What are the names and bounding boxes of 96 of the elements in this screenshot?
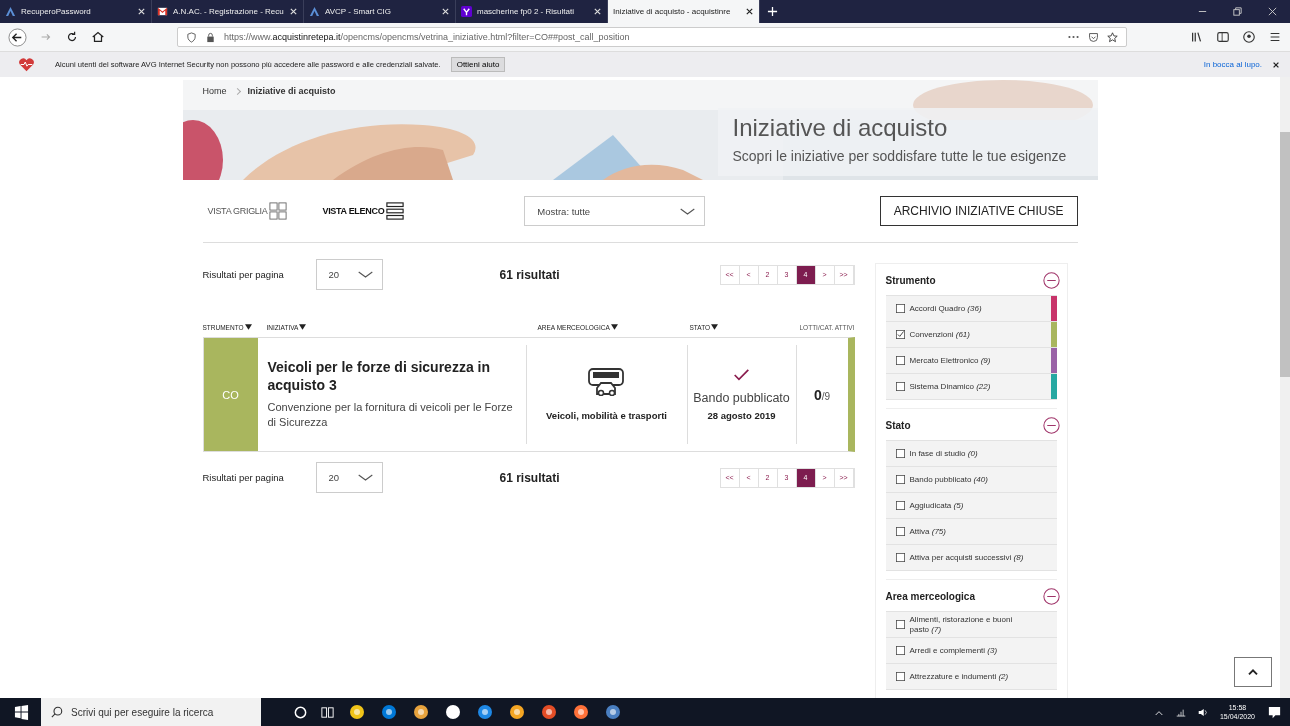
taskbar-app-icon[interactable] [381, 704, 397, 720]
scrollbar[interactable] [1280, 77, 1290, 698]
speaker-icon[interactable] [1197, 707, 1208, 717]
taskbar-app-icon[interactable] [509, 704, 525, 720]
address-bar[interactable]: https://www.acquistinretepa.it/opencms/opencms/vetrina_iniziative.html?filter=CO##post_call_position [177, 27, 1127, 47]
collapse-icon[interactable] [1042, 271, 1060, 289]
archive-button[interactable]: ARCHIVIO INIZIATIVE CHIUSE [879, 196, 1078, 226]
status-date: 28 agosto 2019 [707, 409, 776, 421]
filter-section-title: Strumento [885, 274, 936, 286]
checkbox[interactable] [895, 382, 905, 391]
taskbar-app-icon[interactable] [605, 704, 621, 720]
browser-tab[interactable]: Iniziative di acquisto - acquistinre [608, 0, 760, 23]
checkbox[interactable] [895, 646, 905, 655]
results-count: 61 risultati [499, 267, 560, 282]
sort-triangle-icon [711, 324, 719, 330]
filter-section-title: Area merceologica [885, 590, 975, 602]
cortana-icon[interactable] [293, 704, 308, 720]
filter-dropdown[interactable]: Mostra: tutte [524, 196, 706, 226]
checkbox[interactable] [895, 527, 905, 536]
per-page-dropdown[interactable]: 20 [315, 259, 383, 290]
mail-icon [157, 6, 168, 17]
per-page-label: Risultati per pagina [202, 472, 285, 483]
taskbar-app-icon[interactable] [573, 704, 589, 720]
close-icon[interactable] [745, 7, 754, 16]
pocket-icon[interactable] [1088, 31, 1099, 43]
checkbox[interactable] [895, 553, 905, 562]
checkbox[interactable] [895, 501, 905, 510]
taskbar-app-icon[interactable] [349, 704, 365, 720]
checkbox[interactable] [895, 330, 905, 339]
y-logo-icon [461, 6, 472, 17]
close-icon[interactable] [1272, 60, 1280, 69]
checkbox[interactable] [895, 475, 905, 484]
initiative-card[interactable]: CO Veicoli per le forze di sicurezza in acquisto 3 Convenzione per la fornitura di veicoli per le Forze di Sicurezza Veicoli, mobilità e trasporti Bando pubblicato 28 agosto 2019 0/9 [202, 337, 855, 452]
network-icon[interactable] [1175, 707, 1186, 717]
taskbar-app-icon[interactable] [541, 704, 557, 720]
more-icon[interactable] [1067, 34, 1080, 40]
category-label: Veicoli, mobilità e trasporti [546, 410, 667, 421]
task-view-icon[interactable] [320, 704, 335, 720]
per-page-dropdown[interactable]: 20 [315, 462, 383, 493]
chevron-down-icon [356, 270, 374, 279]
triangle-logo-icon [309, 6, 320, 17]
page-title: Iniziative di acquisto [732, 114, 949, 142]
checkbox[interactable] [895, 356, 905, 365]
sort-triangle-icon [610, 324, 618, 330]
chevron-down-icon [356, 473, 374, 482]
heart-icon [18, 57, 35, 72]
checkbox[interactable] [895, 304, 905, 313]
reload-icon[interactable] [65, 30, 79, 44]
account-icon[interactable] [1242, 30, 1256, 44]
new-tab-icon[interactable] [767, 6, 778, 17]
results-count: 61 risultati [499, 470, 560, 485]
search-icon [51, 706, 63, 718]
page-subtitle: Scopri le iniziative per soddisfare tutte le tue esigenze [732, 148, 1068, 164]
help-button[interactable]: Ottieni aiuto [450, 57, 506, 72]
library-icon[interactable] [1190, 30, 1204, 44]
checkbox[interactable] [895, 449, 905, 458]
notifications-icon[interactable] [1267, 704, 1282, 720]
taskbar-app-icon[interactable] [445, 704, 461, 720]
lock-icon [205, 31, 216, 43]
breadcrumb-link[interactable]: Home [202, 86, 227, 96]
per-page-label: Risultati per pagina [202, 269, 285, 280]
back-icon[interactable] [8, 27, 27, 47]
sort-triangle-icon [299, 324, 307, 330]
chevron-down-icon [679, 206, 697, 216]
bus-and-car-icon [586, 368, 627, 396]
start-icon[interactable] [14, 704, 29, 720]
active-lots-count: 0/9 [813, 386, 831, 403]
view-toggle[interactable]: VISTA ELENCO [322, 202, 405, 220]
search-field[interactable]: Scrivi qui per eseguire la ricerca [41, 698, 261, 726]
sort-triangle-icon [244, 324, 252, 330]
scroll-to-top-button[interactable] [1234, 657, 1272, 687]
initiative-title: Veicoli per le forze di sicurezza in acquisto 3 [267, 358, 492, 394]
restore-icon[interactable] [1232, 6, 1243, 17]
initiative-description: Convenzione per la fornitura di veicoli per le Forze di Sicurezza [267, 400, 514, 430]
triangle-logo-icon [5, 6, 16, 17]
shield-icon [186, 31, 197, 43]
menu-icon[interactable] [1268, 30, 1282, 44]
breadcrumb-link[interactable]: Iniziative di acquisto [247, 86, 336, 96]
taskbar-app-icon[interactable] [477, 704, 493, 720]
grid-icon [269, 202, 288, 220]
checkbox[interactable] [895, 672, 905, 681]
filter-section-title: Stato [885, 419, 911, 431]
check-icon [733, 368, 750, 381]
list-icon [386, 202, 405, 220]
collapse-icon[interactable] [1042, 587, 1060, 605]
home-icon[interactable] [91, 30, 105, 44]
collapse-icon[interactable] [1042, 416, 1060, 434]
taskbar-app-icon[interactable] [413, 704, 429, 720]
notification-link[interactable]: In bocca al lupo. [1203, 60, 1262, 69]
checkbox[interactable] [895, 620, 905, 629]
chevron-up-icon [1247, 668, 1259, 676]
view-toggle[interactable]: VISTA GRIGLIA [207, 202, 288, 220]
tool-code: CO [203, 338, 258, 451]
sidebar-icon[interactable] [1216, 30, 1230, 44]
star-icon[interactable] [1107, 31, 1118, 43]
status-label: Bando pubblicato [693, 390, 790, 405]
